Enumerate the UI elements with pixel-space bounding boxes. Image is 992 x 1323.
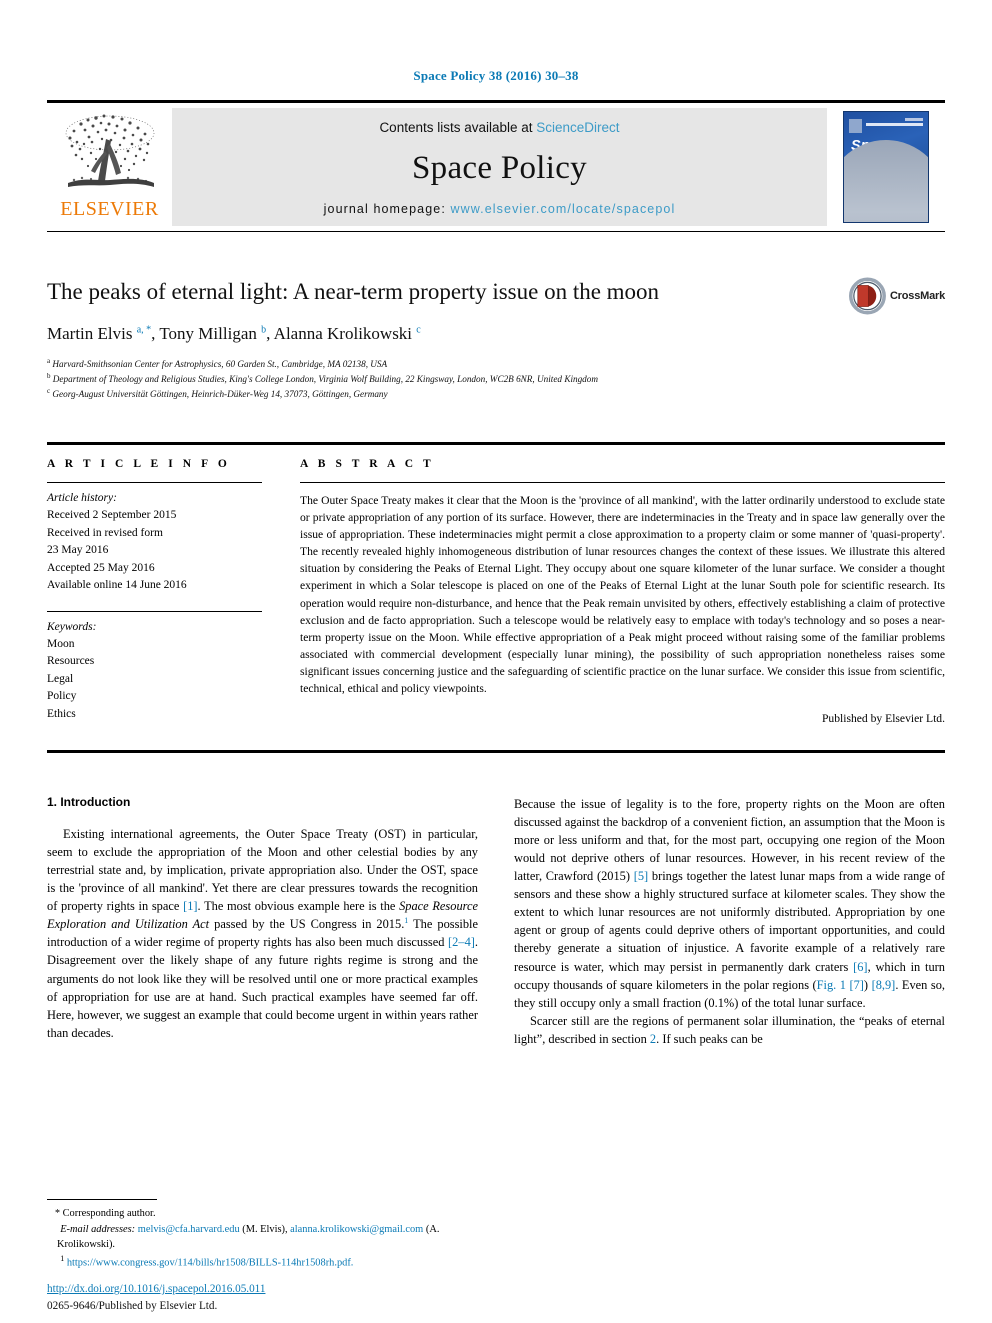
- affiliation-c-text: Georg-August Universität Göttingen, Hein…: [52, 389, 388, 400]
- abstract-column: A B S T R A C T The Outer Space Treaty m…: [292, 445, 945, 725]
- published-by: Published by Elsevier Ltd.: [821, 711, 945, 725]
- history-item: Accepted 25 May 2016: [47, 561, 155, 574]
- article-history-title: Article history:: [47, 491, 117, 504]
- issn-line: 0265-9646/Published by Elsevier Ltd.: [47, 1300, 218, 1313]
- section-heading-introduction: 1. Introduction: [47, 794, 131, 809]
- affiliation-list: a Harvard-Smithsonian Center for Astroph…: [47, 356, 945, 402]
- abstract-heading: A B S T R A C T: [300, 457, 435, 470]
- elsevier-wordmark: ELSEVIER: [60, 198, 159, 220]
- keywords-block: Keywords: Moon Resources Legal Policy Et…: [47, 612, 262, 724]
- email-link-krolikowski[interactable]: alanna.krolikowski@gmail.com: [290, 1224, 423, 1235]
- email-link-elvis[interactable]: melvis@cfa.harvard.edu: [138, 1224, 240, 1235]
- footnote-1-marker: 1: [60, 1253, 65, 1263]
- keyword-item: Moon: [47, 637, 75, 650]
- doi-link[interactable]: http://dx.doi.org/10.1016/j.spacepol.201…: [47, 1281, 527, 1298]
- journal-cover-cell: Space Policy: [827, 103, 945, 231]
- running-head: Space Policy 38 (2016) 30–38: [413, 68, 579, 83]
- homepage-link[interactable]: www.elsevier.com/locate/spacepol: [450, 202, 675, 216]
- affiliation-c: c Georg-August Universität Göttingen, He…: [47, 387, 388, 400]
- body-columns: 1. Introduction Existing international a…: [47, 795, 945, 1049]
- corresponding-author-note: * Corresponding author.: [47, 1206, 472, 1222]
- publication-footer: http://dx.doi.org/10.1016/j.spacepol.201…: [47, 1281, 527, 1315]
- keyword-item: Policy: [47, 690, 77, 703]
- contents-prefix: Contents lists available at: [379, 120, 537, 135]
- crossmark-badge[interactable]: CrossMark: [849, 274, 945, 318]
- cover-issn-mark: [905, 118, 923, 121]
- title-block: CrossMark The peaks of eternal light: A …: [47, 277, 945, 402]
- history-item: Available online 14 June 2016: [47, 579, 187, 592]
- footnote-rule: [47, 1199, 157, 1201]
- footnote-1-link[interactable]: https://www.congress.gov/114/bills/hr150…: [67, 1257, 354, 1268]
- history-item: Received in revised form: [47, 526, 163, 539]
- sciencedirect-link[interactable]: ScienceDirect: [536, 120, 619, 135]
- keyword-item: Legal: [47, 672, 74, 685]
- email-label: E-mail addresses:: [60, 1223, 136, 1235]
- keyword-item: Resources: [47, 655, 95, 668]
- keyword-item: Ethics: [47, 707, 76, 720]
- crossmark-label: CrossMark: [889, 290, 945, 302]
- cover-publisher-mark: [849, 119, 862, 133]
- article-info-column: A R T I C L E I N F O Article history: R…: [47, 445, 292, 725]
- page-title: The peaks of eternal light: A near-term …: [47, 279, 660, 304]
- elsevier-logo: ELSEVIER: [47, 103, 172, 231]
- article-info-heading: A R T I C L E I N F O: [47, 457, 231, 470]
- affiliation-a: a Harvard-Smithsonian Center for Astroph…: [47, 356, 388, 369]
- cover-rule: [866, 123, 923, 126]
- affiliation-a-text: Harvard-Smithsonian Center for Astrophys…: [52, 358, 388, 369]
- abstract-bottom-rule: [47, 749, 945, 753]
- corresponding-author-text: Corresponding author.: [62, 1208, 156, 1220]
- affiliation-b-text: Department of Theology and Religious Stu…: [52, 374, 599, 385]
- history-item: Received 2 September 2015: [47, 509, 177, 522]
- history-item: 23 May 2016: [47, 544, 109, 557]
- crossmark-icon: [849, 277, 886, 315]
- homepage-prefix: journal homepage:: [323, 202, 451, 216]
- article-page: Space Policy 38 (2016) 30–38 ELSEVIER Co…: [0, 0, 992, 1323]
- article-history-block: Article history: Received 2 September 20…: [47, 483, 262, 611]
- cover-arc-graphic: [844, 140, 928, 222]
- email-addresses-note: E-mail addresses: melvis@cfa.harvard.edu…: [47, 1222, 472, 1253]
- intro-paragraph-1: Existing international agreements, the O…: [47, 826, 478, 1040]
- elsevier-tree-icon: [65, 114, 154, 187]
- journal-homepage-line: journal homepage: www.elsevier.com/locat…: [324, 202, 676, 216]
- body-column-right: Because the issue of legality is to the …: [514, 795, 945, 1049]
- journal-masthead: ELSEVIER Contents lists available at Sci…: [47, 100, 945, 232]
- journal-cover-thumbnail: Space Policy: [843, 111, 929, 223]
- contents-available-line: Contents lists available at ScienceDirec…: [379, 120, 619, 135]
- intro-paragraph-2: Because the issue of legality is to the …: [514, 796, 945, 1010]
- keywords-title: Keywords:: [47, 620, 97, 633]
- intro-paragraph-3: Scarcer still are the regions of permane…: [514, 1013, 945, 1046]
- masthead-center: Contents lists available at ScienceDirec…: [172, 108, 827, 226]
- body-column-left: 1. Introduction Existing international a…: [47, 795, 478, 1049]
- footnote-block: * Corresponding author. E-mail addresses…: [47, 1199, 472, 1271]
- affiliation-b: b Department of Theology and Religious S…: [47, 372, 599, 385]
- abstract-text: The Outer Space Treaty makes it clear th…: [300, 493, 945, 696]
- footnote-1: 1 https://www.congress.gov/114/bills/hr1…: [47, 1253, 472, 1271]
- info-abstract-section: A R T I C L E I N F O Article history: R…: [47, 441, 945, 725]
- author-list: Martin Elvis a, *, Tony Milligan b, Alan…: [47, 323, 421, 343]
- journal-title: Space Policy: [412, 150, 587, 186]
- email-owner-elvis: (M. Elvis),: [242, 1223, 288, 1235]
- asterisk-icon: *: [55, 1208, 60, 1220]
